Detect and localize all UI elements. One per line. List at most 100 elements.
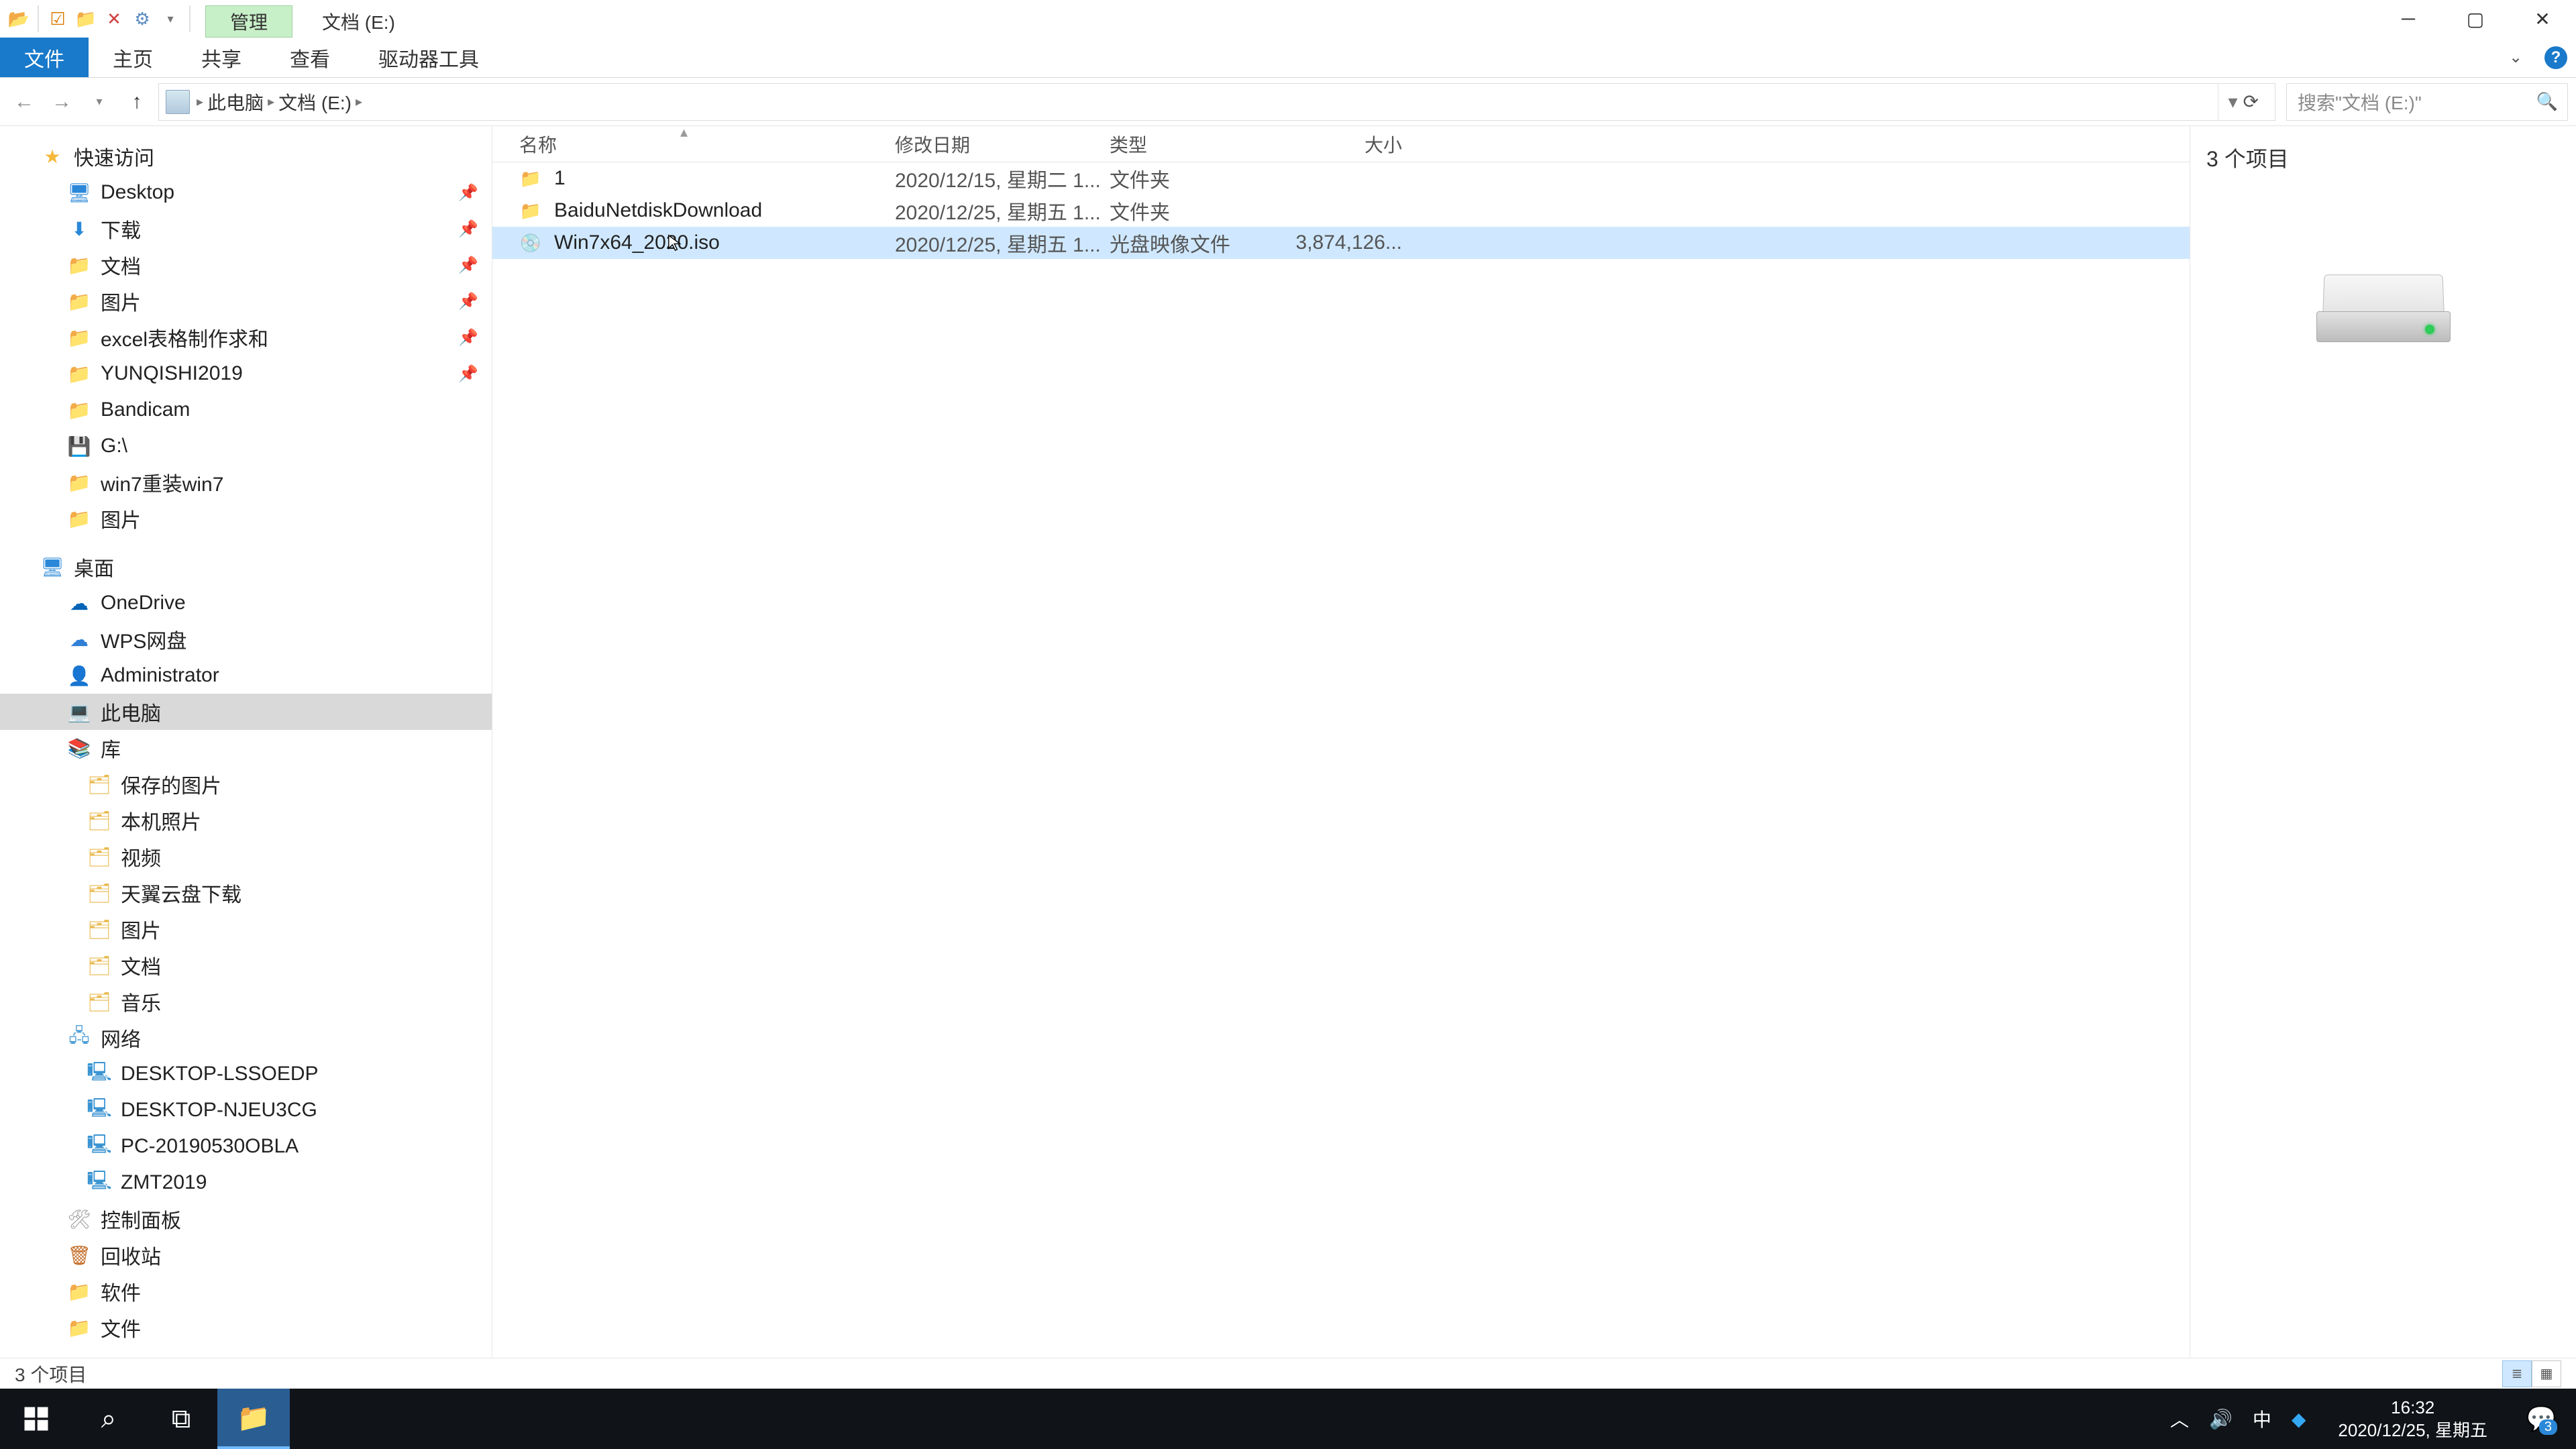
sidebar-item-label: 下载 [101,214,141,244]
column-date[interactable]: 修改日期 [895,131,1110,158]
sidebar-wps[interactable]: ☁WPS网盘 [0,621,492,657]
maximize-button[interactable]: ▢ [2442,0,2509,38]
sidebar-quick-item[interactable]: 📁图片📌 [0,283,492,319]
qat-folder-icon[interactable]: 📁 [74,7,98,31]
sidebar-desktop[interactable]: 🖥桌面 [0,549,492,585]
sidebar-quick-item[interactable]: 📁excel表格制作求和📌 [0,319,492,356]
sidebar-software[interactable]: 📁软件 [0,1273,492,1309]
chevron-right-icon[interactable]: ▸ [356,93,362,110]
file-row[interactable]: 💿Win7x64_2020.iso2020/12/25, 星期五 1...光盘映… [492,227,2190,259]
sidebar-quick-item[interactable]: 📁图片 [0,500,492,537]
sidebar-quick-item[interactable]: 📁YUNQISHI2019📌 [0,356,492,392]
tray-app-icon[interactable]: ◆ [2292,1408,2306,1430]
sidebar-user[interactable]: 👤Administrator [0,657,492,694]
column-size[interactable]: 大小 [1291,131,1418,158]
sidebar-library-item[interactable]: 🗂视频 [0,839,492,875]
quick-access-toolbar: 📂 ☑ 📁 ✕ ⚙ ▾ [0,0,200,38]
ribbon-home-tab[interactable]: 主页 [89,38,177,77]
ribbon-drive-tools-tab[interactable]: 驱动器工具 [354,38,503,77]
ime-indicator[interactable]: 中 [2253,1405,2271,1432]
task-view-button[interactable]: ⧉ [145,1389,217,1449]
context-tab-manage[interactable]: 管理 [205,5,292,38]
sidebar-library-item[interactable]: 🗂天翼云盘下载 [0,875,492,911]
sidebar-item-label: 视频 [121,842,161,871]
tray-overflow-icon[interactable]: ︿ [2170,1405,2189,1432]
qat-check-icon[interactable]: ☑ [46,7,70,31]
sidebar-quick-item[interactable]: 📁win7重装win7 [0,464,492,500]
column-type[interactable]: 类型 [1110,131,1291,158]
breadcrumb-leaf[interactable]: 文档 (E:) [274,89,356,115]
sidebar-network-item[interactable]: 🖳PC-20190530OBLA [0,1128,492,1165]
sidebar-quick-item[interactable]: 📁Bandicam [0,392,492,428]
start-button[interactable] [0,1389,72,1449]
address-bar[interactable]: ▸ 此电脑 ▸ 文档 (E:) ▸ ▾ ⟳ [158,83,2275,121]
file-row[interactable]: 📁BaiduNetdiskDownload2020/12/25, 星期五 1..… [492,195,2190,227]
sidebar-library-item[interactable]: 🗂本机照片 [0,802,492,839]
chevron-right-icon[interactable]: ▸ [268,93,274,110]
navigation-tree[interactable]: ★快速访问 🖥Desktop📌⬇下载📌📁文档📌📁图片📌📁excel表格制作求和📌… [0,126,492,1358]
sidebar-quick-item[interactable]: ⬇下载📌 [0,211,492,247]
back-button[interactable]: ← [8,86,40,118]
search-input[interactable]: 搜索"文档 (E:)" 🔍 [2286,83,2568,121]
file-rows[interactable]: 📁12020/12/15, 星期二 1...文件夹📁BaiduNetdiskDo… [492,162,2190,1358]
ribbon-view-tab[interactable]: 查看 [266,38,354,77]
close-window-button[interactable]: ✕ [2509,0,2576,38]
sidebar-quick-access[interactable]: ★快速访问 [0,138,492,174]
computer-icon: 🖳 [87,1171,111,1195]
qat-gear-icon[interactable]: ⚙ [130,7,154,31]
ribbon-file-tab[interactable]: 文件 [0,38,89,77]
taskbar-explorer[interactable]: 📁 [217,1389,290,1449]
recent-locations-button[interactable]: ▾ [83,86,115,118]
ribbon-expand-icon[interactable]: ⌄ [2496,38,2536,77]
details-view-button[interactable]: ≣ [2502,1360,2532,1387]
help-button[interactable]: ? [2536,38,2576,77]
sidebar-network-item[interactable]: 🖳DESKTOP-NJEU3CG [0,1092,492,1128]
qat-close-icon[interactable]: ✕ [102,7,126,31]
clock[interactable]: 16:32 2020/12/25, 星期五 [2326,1396,2500,1442]
file-row[interactable]: 📁12020/12/15, 星期二 1...文件夹 [492,162,2190,195]
up-button[interactable]: ↑ [121,86,153,118]
sidebar-control-panel[interactable]: 🛠控制面板 [0,1201,492,1237]
column-headers: ▴ 名称 修改日期 类型 大小 [492,126,2190,162]
preview-pane: 3 个项目 [2190,126,2576,1358]
action-center-button[interactable]: 💬 3 [2520,1397,2563,1440]
sidebar-item-label: 图片 [101,504,141,533]
status-item-count: 3 个项目 [15,1360,87,1387]
sidebar-item-label: 快速访问 [74,142,154,171]
sidebar-item-label: Administrator [101,664,219,687]
sidebar-item-label: 音乐 [121,987,161,1016]
sidebar-libraries[interactable]: 📚库 [0,730,492,766]
sidebar-library-item[interactable]: 🗂音乐 [0,983,492,1020]
search-icon[interactable]: 🔍 [2536,91,2558,112]
sidebar-this-pc[interactable]: 💻此电脑 [0,694,492,730]
minimize-button[interactable]: ─ [2375,0,2442,38]
address-dropdown-icon[interactable]: ▾ [2228,91,2237,113]
sort-up-icon[interactable]: ▴ [680,126,688,141]
column-name[interactable]: 名称 [519,131,895,158]
forward-button[interactable]: → [46,86,78,118]
sidebar-library-item[interactable]: 🗂图片 [0,911,492,947]
volume-icon[interactable]: 🔊 [2209,1408,2233,1430]
sidebar-library-item[interactable]: 🗂保存的图片 [0,766,492,802]
thumbnails-view-button[interactable]: ▦ [2532,1360,2561,1387]
sidebar-onedrive[interactable]: ☁OneDrive [0,585,492,621]
refresh-icon[interactable]: ⟳ [2243,91,2259,113]
file-type: 光盘映像文件 [1110,228,1291,258]
breadcrumb-root[interactable]: 此电脑 [203,89,268,115]
sidebar-quick-item[interactable]: 📁文档📌 [0,247,492,283]
qat-dropdown-icon[interactable]: ▾ [158,7,182,31]
search-button[interactable]: ⌕ [72,1389,145,1449]
sidebar-item-label: 软件 [101,1277,141,1306]
sidebar-network[interactable]: 🖧网络 [0,1020,492,1056]
chevron-right-icon[interactable]: ▸ [197,93,203,110]
library-icon: 📚 [67,736,91,760]
sidebar-network-item[interactable]: 🖳DESKTOP-LSSOEDP [0,1056,492,1092]
ribbon-share-tab[interactable]: 共享 [177,38,266,77]
folder-icon: 📁 [67,325,91,350]
sidebar-quick-item[interactable]: 🖥Desktop📌 [0,174,492,211]
sidebar-library-item[interactable]: 🗂文档 [0,947,492,983]
sidebar-files[interactable]: 📁文件 [0,1309,492,1346]
sidebar-recycle-bin[interactable]: 🗑回收站 [0,1237,492,1273]
sidebar-quick-item[interactable]: 💾G:\ [0,428,492,464]
sidebar-network-item[interactable]: 🖳ZMT2019 [0,1165,492,1201]
